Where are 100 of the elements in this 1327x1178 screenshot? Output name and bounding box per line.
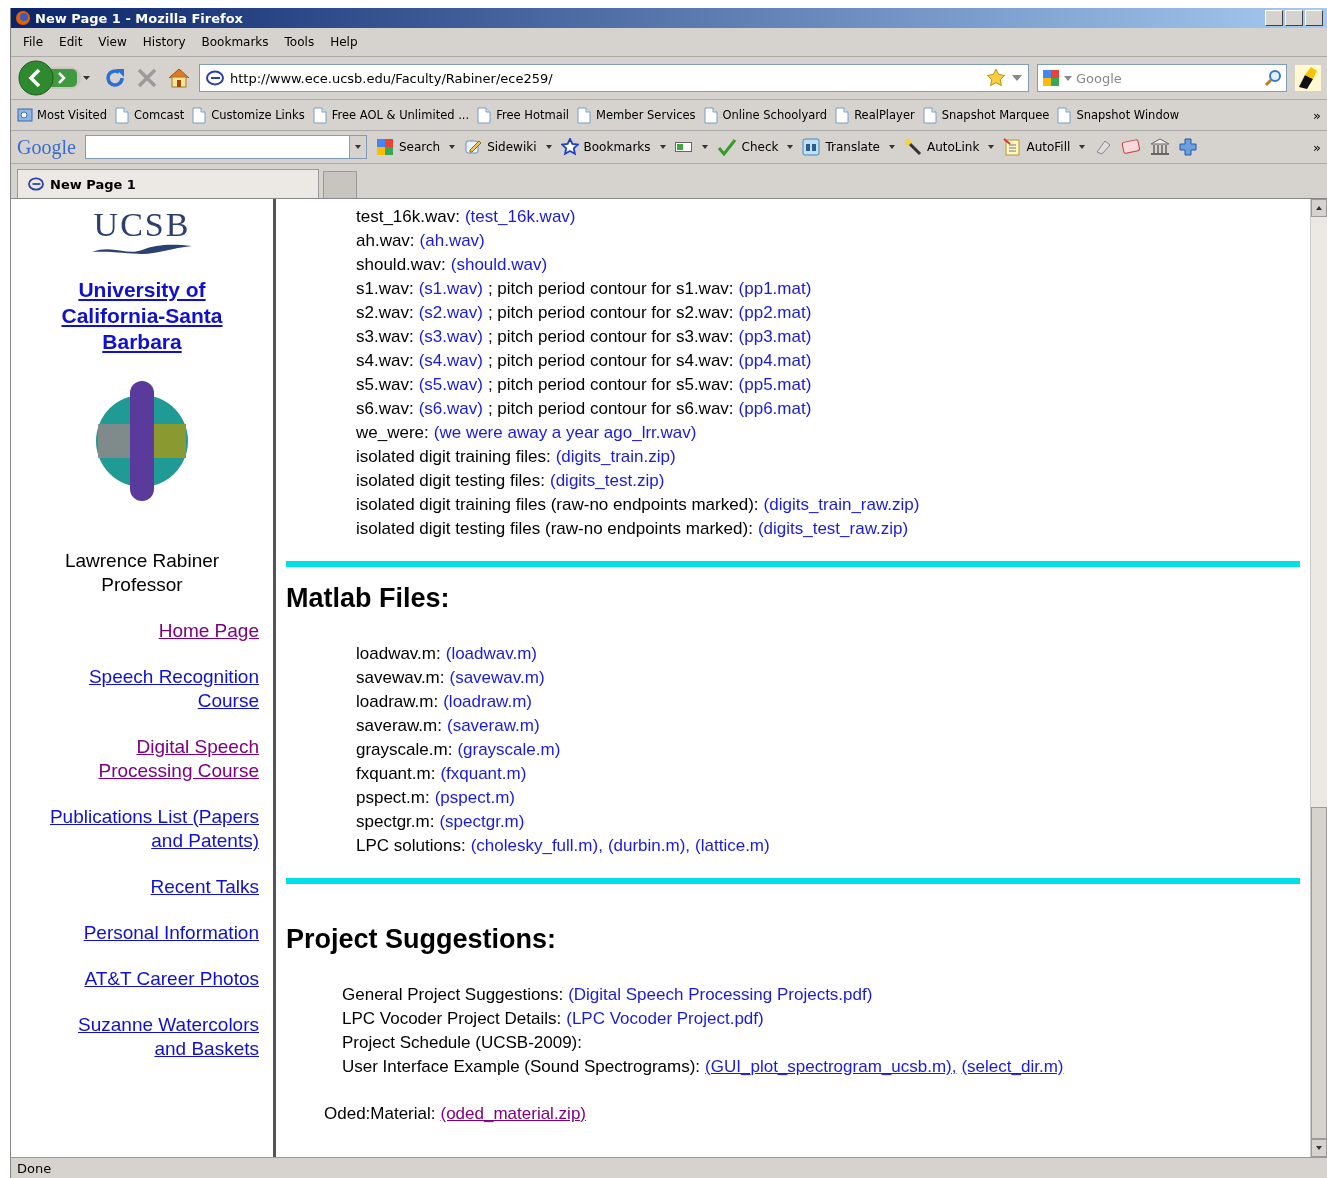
file-link[interactable]: (GUI_plot_spectrogram_ucsb.m), [705,1055,957,1079]
file-link[interactable]: (ah.wav) [419,229,485,253]
bookmark-item[interactable]: Comcast [114,106,185,124]
bookmark-item[interactable]: Most Visited [17,107,107,123]
file-link[interactable]: (s2.wav) [418,301,483,325]
menu-item[interactable]: Bookmarks [193,33,277,51]
eraser-icon[interactable] [1094,138,1113,156]
line-text: isolated digit testing files: [356,470,545,492]
stop-icon[interactable] [135,66,159,90]
minimize-button[interactable] [1265,10,1283,26]
file-link[interactable]: (loadraw.m) [443,690,532,714]
file-link[interactable]: (lattice.m) [695,834,770,858]
file-link[interactable]: (oded_material.zip) [440,1102,586,1126]
file-link[interactable]: (select_dir.m) [961,1055,1064,1079]
file-link[interactable]: (s4.wav) [418,349,483,373]
page-icon [921,106,938,124]
menu-item[interactable]: History [134,33,194,51]
menu-item[interactable]: View [90,33,135,51]
bookmark-item[interactable]: Snapshot Window [1056,106,1180,124]
file-link[interactable]: (grayscale.m) [457,738,561,762]
bookmark-item[interactable]: RealPlayer [834,106,915,124]
file-link[interactable]: (pp2.mat) [738,301,812,325]
menu-item[interactable]: Help [322,33,366,51]
bookmark-item[interactable]: Online Schoolyard [702,106,828,124]
page-icon [114,106,130,124]
file-link[interactable]: (fxquant.m) [440,762,527,786]
file-link[interactable]: (digits_train_raw.zip) [763,493,920,517]
bookmark-item[interactable]: Customize Links [191,106,305,124]
file-link[interactable]: (s6.wav) [418,397,483,421]
file-link[interactable]: (LPC Vocoder Project.pdf) [566,1007,764,1031]
toolbar-search-field[interactable] [84,135,367,159]
file-link[interactable]: (pp3.mat) [738,325,812,349]
bank-icon[interactable] [1150,138,1171,156]
file-link[interactable]: (s3.wav) [418,325,483,349]
file-link[interactable]: (pp6.mat) [738,397,812,421]
line-text: ; pitch period contour for s4.wav: [487,350,734,372]
file-link[interactable]: (cholesky_full.m), [470,834,603,858]
toolbar-button[interactable]: Sidewiki [464,138,537,156]
toolbar-button[interactable]: Translate [802,138,880,156]
highlighter-icon[interactable] [1295,65,1321,91]
reload-icon[interactable] [103,66,127,90]
nav-link[interactable]: Suzanne Watercolors and Baskets [78,1013,259,1061]
maximize-button[interactable] [1285,10,1303,26]
file-link[interactable]: (digits_test_raw.zip) [757,517,909,541]
menu-item[interactable]: Tools [276,33,323,51]
toolbar-button[interactable]: AutoFill [1003,138,1071,156]
line-text: s6.wav: [356,398,414,420]
file-link[interactable]: (spectgr.m) [439,810,525,834]
file-link[interactable]: (digits_train.zip) [555,445,676,469]
toolbar-button[interactable]: Check [716,138,779,156]
file-link[interactable]: (pp5.mat) [738,373,812,397]
university-link[interactable]: University of California-Santa Barbara [61,277,223,355]
page-icon [476,106,493,124]
bookmark-item[interactable]: Free AOL & Unlimited ... [311,106,470,124]
battery-icon [674,142,693,152]
nav-link[interactable]: Publications List (Papers and Patents) [49,805,259,853]
toolbar-button[interactable]: AutoLink [904,138,980,156]
dropdown-icon[interactable] [1064,75,1072,81]
bookmark-item[interactable]: Member Services [576,106,696,124]
file-link[interactable]: (savewav.m) [449,666,545,690]
nav-link[interactable]: Speech Recognition Course [88,665,259,713]
star-icon[interactable] [986,68,1006,88]
line-text: test_16k.wav: [356,206,460,228]
menu-item[interactable]: Edit [51,33,91,51]
menu-item[interactable]: File [15,33,52,51]
file-link[interactable]: (Digital Speech Processing Projects.pdf) [568,983,873,1007]
line-text: Project Schedule (UCSB-2009): [342,1032,582,1054]
browser-tab[interactable]: New Page 1 [17,169,319,198]
file-link[interactable]: (pspect.m) [434,786,515,810]
nav-link[interactable]: Personal Information [83,921,259,945]
file-link[interactable]: (we were away a year ago_lrr.wav) [433,421,697,445]
nav-link[interactable]: Digital Speech Processing Course [98,735,259,783]
file-link[interactable]: (durbin.m), [607,834,691,858]
file-link[interactable]: (loadwav.m) [445,642,538,666]
home-icon[interactable] [167,66,191,90]
more-bookmarks-button[interactable]: » [1313,107,1321,123]
more-tools-button[interactable]: » [1313,139,1321,155]
file-link[interactable]: (test_16k.wav) [464,205,576,229]
nav-link[interactable]: AT&T Career Photos [84,967,259,991]
scrollbar[interactable] [1310,199,1327,1157]
search-icon[interactable] [1264,69,1282,87]
dropdown-icon[interactable] [1012,75,1022,81]
close-button[interactable] [1305,10,1323,26]
file-link[interactable]: (digits_test.zip) [550,469,665,493]
toolbar-button[interactable]: Bookmarks [560,138,651,156]
file-link[interactable]: (should.wav) [450,253,548,277]
card-icon[interactable] [1121,139,1142,155]
search-field[interactable]: Google [1037,64,1287,92]
nav-link[interactable]: Recent Talks [150,875,259,899]
bookmark-item[interactable]: Snapshot Marquee [921,106,1050,124]
file-link[interactable]: (s1.wav) [418,277,483,301]
address-field[interactable]: http://www.ece.ucsb.edu/Faculty/Rabiner/ece259/ [199,64,1029,92]
file-link[interactable]: (pp4.mat) [738,349,812,373]
file-link[interactable]: (s5.wav) [418,373,483,397]
bookmark-item[interactable]: Free Hotmail [476,106,570,124]
toolbar-button[interactable]: Search [375,138,441,156]
nav-link[interactable]: Home Page [158,619,259,643]
file-link[interactable]: (saveraw.m) [447,714,540,738]
plus-icon[interactable] [1179,138,1198,156]
file-link[interactable]: (pp1.mat) [738,277,812,301]
